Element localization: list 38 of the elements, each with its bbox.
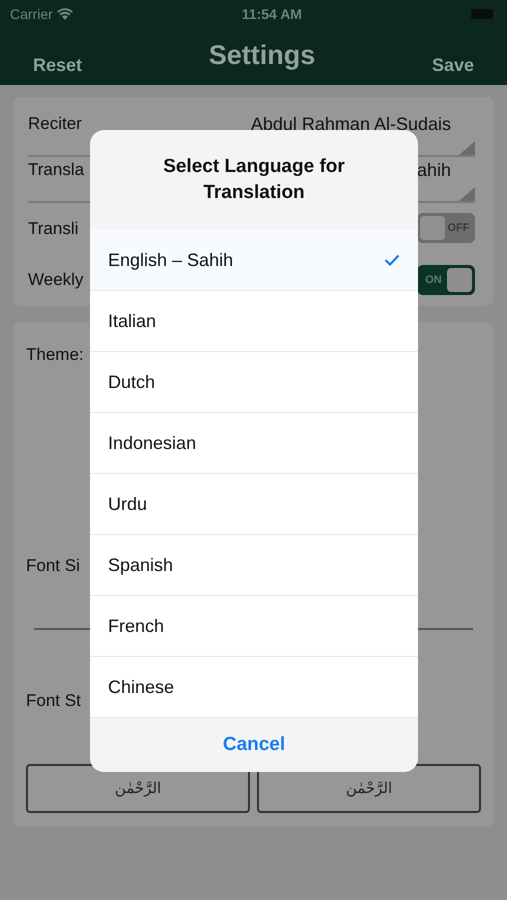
language-label: Dutch — [108, 370, 156, 394]
language-option[interactable]: English – Sahih — [90, 230, 418, 291]
save-button[interactable]: Save — [432, 52, 474, 79]
language-option[interactable]: French — [90, 596, 418, 657]
language-label: Urdu — [108, 492, 148, 516]
theme-label: Theme: — [26, 344, 84, 366]
language-option[interactable]: Indonesian — [90, 413, 418, 474]
language-label: Spanish — [108, 554, 174, 577]
dropdown-corner-icon — [459, 186, 475, 201]
carrier-label: Carrier — [10, 4, 53, 24]
dropdown-corner-icon — [459, 140, 475, 155]
setting-label: Reciter — [28, 113, 82, 135]
toggle-knob — [420, 216, 445, 240]
language-option[interactable]: Spanish — [90, 535, 418, 596]
language-label: French — [108, 614, 164, 638]
battery-icon — [471, 8, 497, 20]
dialog-title: Select Language for Translation — [162, 155, 346, 205]
font-style-label: Font St — [26, 690, 81, 712]
reset-button[interactable]: Reset — [33, 52, 82, 79]
language-label: Chinese — [108, 676, 174, 698]
language-label: English – Sahih — [108, 248, 234, 272]
wifi-icon — [56, 8, 73, 20]
language-option[interactable]: Urdu — [90, 474, 418, 535]
dropdown-value[interactable]: ahih — [416, 156, 451, 184]
language-option[interactable]: Dutch — [90, 352, 418, 413]
language-label: Italian — [108, 310, 156, 332]
toggle-knob — [447, 268, 472, 292]
font-size-label: Font Si — [26, 554, 80, 576]
screen-title: Settings — [208, 38, 316, 72]
setting-label: Weekly — [28, 269, 84, 292]
setting-label: Transla — [28, 158, 84, 181]
status-time: 11:54 AM — [242, 4, 302, 24]
setting-label: Transli — [28, 218, 78, 240]
language-option[interactable]: Italian — [90, 291, 418, 352]
language-label: Indonesian — [108, 432, 196, 454]
checkmark-icon — [384, 254, 400, 266]
language-option[interactable]: Chinese — [90, 657, 418, 718]
toggle-state-label: ON — [424, 272, 443, 288]
